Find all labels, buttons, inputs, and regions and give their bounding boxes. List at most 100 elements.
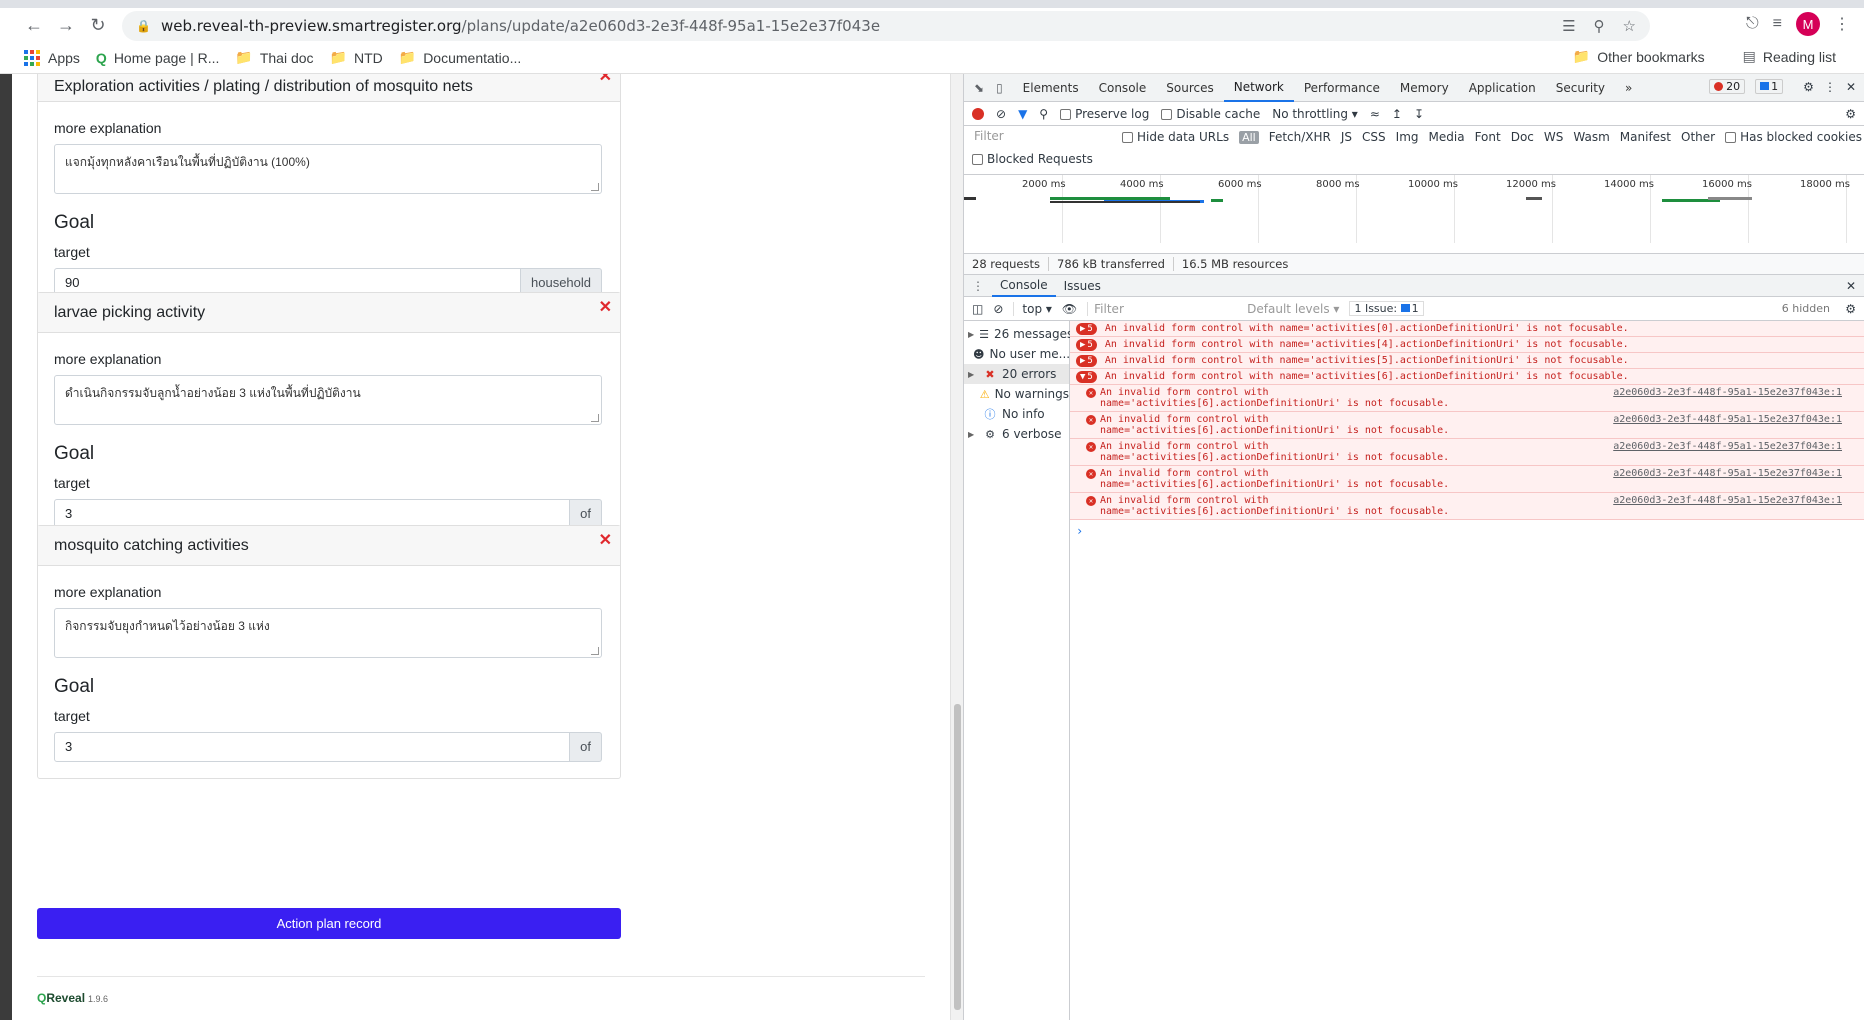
explanation-textarea[interactable]: แจกมุ้งทุกหลังคาเรือนในพื้นที่ปฏิบัติงาน… [54,144,602,194]
tab-application[interactable]: Application [1459,74,1546,102]
console-group[interactable]: ▶ 5 An invalid form control with name='act… [1070,337,1864,353]
more-options-icon[interactable]: ⋮ [1824,80,1836,94]
tab-elements[interactable]: Elements [1013,74,1089,102]
network-settings-icon[interactable]: ⚙ [1845,107,1856,121]
drawer-menu-icon[interactable]: ⋮ [964,279,992,293]
record-icon[interactable] [972,107,984,120]
console-settings-icon[interactable]: ⚙ [1845,302,1856,316]
bookmark-home-page[interactable]: Q Home page | R... [96,50,219,66]
console-prompt[interactable]: › [1070,520,1864,538]
close-devtools-icon[interactable]: ✕ [1846,80,1856,94]
error-source-link[interactable]: a2e060d3-2e3f-448f-95a1-15e2e37f043e:1 [1613,414,1842,425]
star-icon[interactable]: ☆ [1623,17,1636,35]
reading-list-toolbar-icon[interactable]: ≡ [1773,15,1782,33]
search-icon[interactable]: ⚲ [1039,107,1048,121]
network-filter-input[interactable]: Filter [972,129,1112,146]
type-manifest[interactable]: Manifest [1620,130,1671,144]
inspect-icon[interactable]: ⬊ [974,81,984,95]
console-error[interactable]: ✕ An invalid form control with name='activ… [1070,385,1864,412]
zoom-icon[interactable]: ⚲ [1594,17,1605,35]
blocked-requests-checkbox[interactable]: Blocked Requests [972,152,1093,166]
tab-performance[interactable]: Performance [1294,74,1390,102]
sidebar-messages[interactable]: ▶ ☰ 26 messages [964,324,1073,344]
console-error[interactable]: ✕ An invalid form control with name='activ… [1070,412,1864,439]
bookmark-thai-doc[interactable]: 📁 Thai doc [235,49,313,66]
disable-cache-checkbox[interactable]: Disable cache [1161,107,1260,121]
network-conditions-icon[interactable]: ≈ [1370,107,1380,121]
sidebar-user-messages[interactable]: ☻ No user me... [964,344,1070,364]
drawer-tab-console[interactable]: Console [992,275,1056,297]
sidebar-verbose[interactable]: ▶ ⚙ 6 verbose [964,424,1069,444]
type-media[interactable]: Media [1429,130,1465,144]
action-plan-record-button[interactable]: Action plan record [37,908,621,939]
tab-console[interactable]: Console [1089,74,1157,102]
live-expression-icon[interactable]: 👁 [1062,302,1077,316]
error-source-link[interactable]: a2e060d3-2e3f-448f-95a1-15e2e37f043e:1 [1613,441,1842,452]
type-css[interactable]: CSS [1362,130,1386,144]
explanation-textarea[interactable]: ดำเนินกิจกรรมจับลูกน้ำอย่างน้อย 3 แห่งใน… [54,375,602,425]
tab-sources[interactable]: Sources [1156,74,1223,102]
bookmark-ntd[interactable]: 📁 NTD [330,49,383,66]
console-error[interactable]: ✕ An invalid form control with name='activ… [1070,439,1864,466]
address-bar[interactable]: 🔒 web.reveal-th-preview.smartregister.or… [122,11,1650,41]
tab-security[interactable]: Security [1546,74,1615,102]
reading-list[interactable]: ▤ Reading list [1743,48,1836,65]
profile-avatar[interactable]: M [1796,12,1820,36]
type-font[interactable]: Font [1475,130,1501,144]
type-doc[interactable]: Doc [1511,130,1534,144]
scrollbar-thumb[interactable] [954,704,961,1010]
reload-icon[interactable]: ↻ [82,9,114,41]
type-ws[interactable]: WS [1544,130,1563,144]
hide-data-urls-checkbox[interactable]: Hide data URLs [1122,130,1229,144]
more-tabs-icon[interactable]: » [1615,74,1642,102]
extensions-icon[interactable]: ⎋ [1746,15,1759,33]
remove-activity-icon[interactable]: ✕ [599,297,612,317]
sidebar-toggle-icon[interactable]: ◫ [972,302,983,316]
console-group[interactable]: ▶ 5 An invalid form control with name='act… [1070,321,1864,337]
type-js[interactable]: JS [1341,130,1352,144]
explanation-textarea[interactable]: กิจกรรมจับยุงกำหนดไว้อย่างน้อย 3 แห่ง [54,608,602,658]
issues-button[interactable]: 1 Issue: 1 [1349,301,1424,316]
throttling-select[interactable]: No throttling ▾ [1272,107,1358,121]
console-error[interactable]: ✕ An invalid form control with name='activ… [1070,493,1864,520]
error-source-link[interactable]: a2e060d3-2e3f-448f-95a1-15e2e37f043e:1 [1613,468,1842,479]
bookmark-apps[interactable]: Apps [24,49,80,66]
error-source-link[interactable]: a2e060d3-2e3f-448f-95a1-15e2e37f043e:1 [1613,495,1842,506]
console-group[interactable]: ▼ 5 An invalid form control with name='act… [1070,369,1864,385]
filter-icon[interactable]: ▼ [1018,107,1027,121]
translate-icon[interactable]: ☰ [1562,17,1575,35]
tab-network[interactable]: Network [1223,74,1294,102]
log-levels-select[interactable]: Default levels ▾ [1247,302,1339,316]
console-error[interactable]: ✕ An invalid form control with name='activ… [1070,466,1864,493]
tab-memory[interactable]: Memory [1390,74,1459,102]
type-img[interactable]: Img [1396,130,1419,144]
has-blocked-cookies-checkbox[interactable]: Has blocked cookies [1725,130,1862,144]
type-other[interactable]: Other [1681,130,1715,144]
message-counter[interactable]: 1 [1755,79,1784,94]
sidebar-errors[interactable]: ▶ ✖ 20 errors [964,364,1069,384]
type-wasm[interactable]: Wasm [1573,130,1609,144]
remove-activity-icon[interactable]: ✕ [599,74,612,86]
clear-icon[interactable]: ⊘ [996,107,1006,121]
clear-console-icon[interactable]: ⊘ [993,302,1003,316]
device-toolbar-icon[interactable]: ▯ [996,81,1003,95]
console-group[interactable]: ▶ 5 An invalid form control with name='act… [1070,353,1864,369]
import-icon[interactable]: ↥ [1392,107,1402,121]
error-counter[interactable]: 20 [1709,79,1746,94]
sidebar-warnings[interactable]: ⚠ No warnings [964,384,1069,404]
error-source-link[interactable]: a2e060d3-2e3f-448f-95a1-15e2e37f043e:1 [1613,387,1842,398]
type-fetch-xhr[interactable]: Fetch/XHR [1269,130,1331,144]
close-drawer-icon[interactable]: ✕ [1846,279,1856,293]
export-icon[interactable]: ↧ [1414,107,1424,121]
remove-activity-icon[interactable]: ✕ [599,530,612,550]
forward-icon[interactable]: → [50,9,82,41]
sidebar-info[interactable]: ⓘ No info [964,404,1069,424]
type-all[interactable]: All [1239,130,1259,144]
bookmark-documentation[interactable]: 📁 Documentatio... [399,49,522,66]
target-input[interactable]: 3 [54,732,571,762]
context-select[interactable]: top ▾ [1013,301,1052,316]
page-scrollbar[interactable] [950,74,963,1020]
other-bookmarks[interactable]: 📁 Other bookmarks [1573,48,1705,65]
drawer-tab-issues[interactable]: Issues [1056,275,1109,297]
preserve-log-checkbox[interactable]: Preserve log [1060,107,1149,121]
